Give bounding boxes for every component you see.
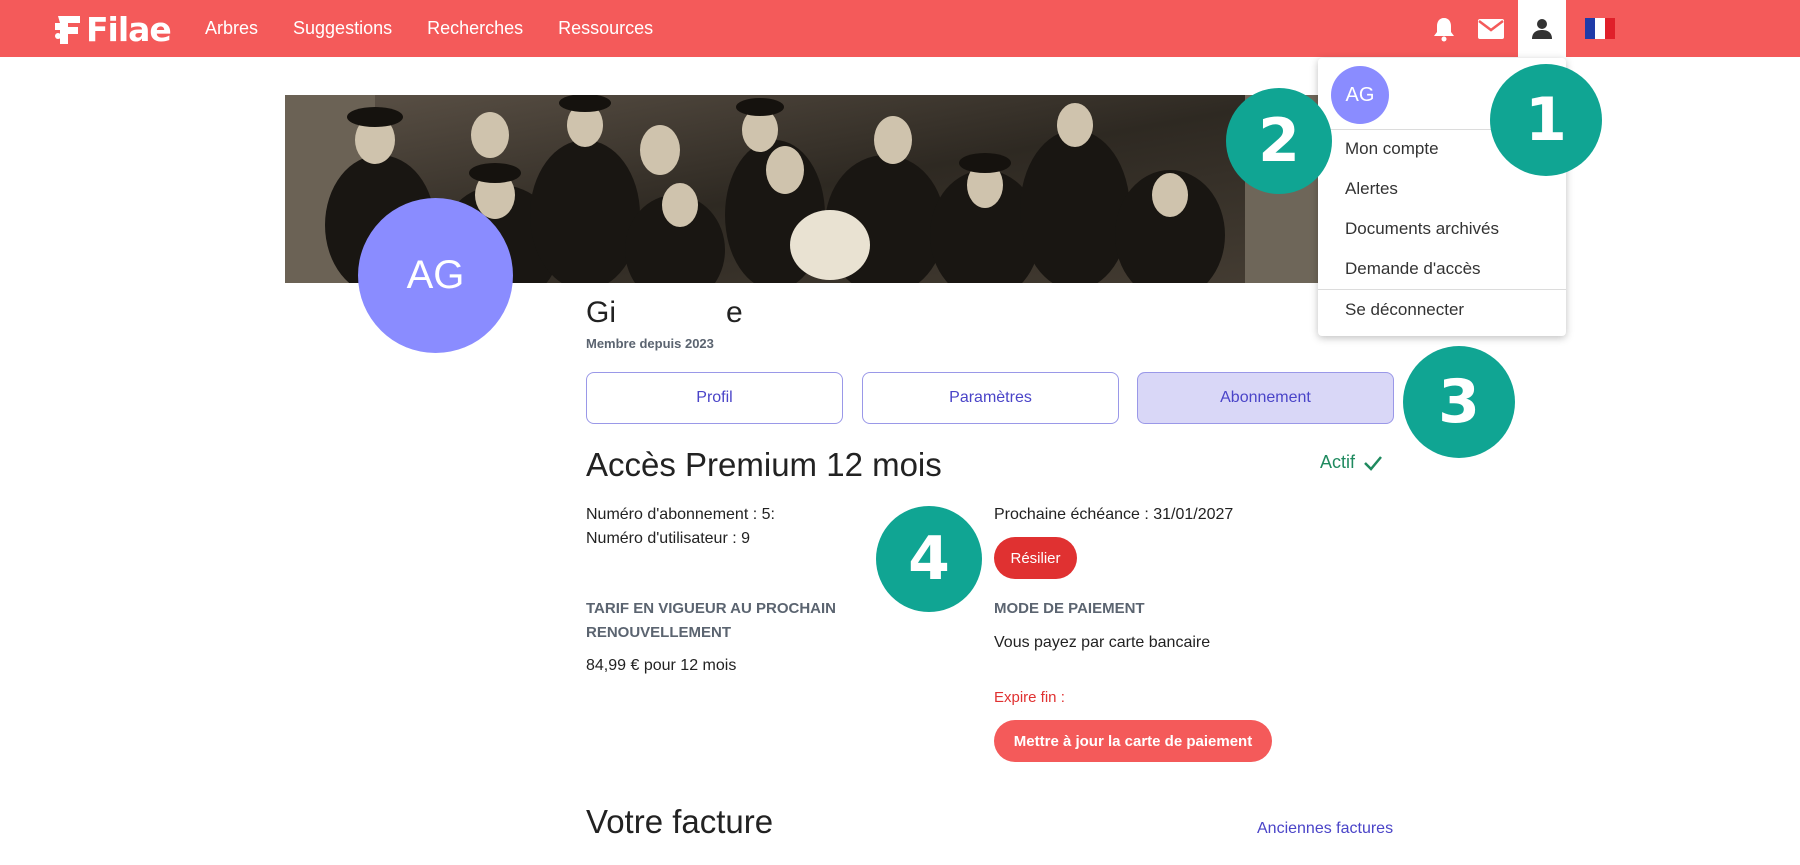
plan-title: Accès Premium 12 mois bbox=[586, 446, 942, 483]
callout-badge-1: 1 bbox=[1490, 64, 1602, 176]
tab-parametres[interactable]: Paramètres bbox=[862, 372, 1119, 424]
card-expiry: Expire fin : bbox=[994, 689, 1065, 706]
messages-button[interactable] bbox=[1467, 0, 1515, 57]
old-invoices-link[interactable]: Anciennes factures bbox=[1257, 820, 1393, 838]
tariff-value: 84,99 € pour 12 mois bbox=[586, 657, 737, 674]
filae-logo[interactable]: Filae bbox=[54, 9, 172, 49]
checkmark-icon bbox=[1364, 455, 1382, 471]
brand-name: Filae bbox=[86, 9, 172, 49]
menu-item-logout[interactable]: Se déconnecter bbox=[1345, 300, 1464, 320]
top-navbar: Filae Arbres Suggestions Recherches Ress… bbox=[0, 0, 1800, 57]
mail-icon bbox=[1478, 18, 1504, 39]
nav-link-suggestions[interactable]: Suggestions bbox=[293, 18, 392, 39]
redacted-name bbox=[616, 299, 726, 330]
callout-badge-3: 3 bbox=[1403, 346, 1515, 458]
tariff-heading: TARIF EN VIGUEUR AU PROCHAIN RENOUVELLEM… bbox=[586, 600, 837, 641]
invoice-title: Votre facture bbox=[586, 803, 774, 840]
payment-method-text: Vous payez par carte bancaire bbox=[994, 634, 1211, 651]
menu-item-alertes[interactable]: Alertes bbox=[1345, 179, 1398, 199]
nav-link-arbres[interactable]: Arbres bbox=[205, 18, 258, 39]
profile-initials: AG bbox=[406, 253, 465, 297]
tab-abonnement[interactable]: Abonnement bbox=[1137, 372, 1394, 424]
account-button[interactable] bbox=[1518, 0, 1566, 57]
notifications-button[interactable] bbox=[1420, 0, 1468, 57]
menu-avatar-initials: AG bbox=[1345, 83, 1375, 106]
menu-item-mon-compte[interactable]: Mon compte bbox=[1345, 139, 1439, 159]
callout-badge-4: 4 bbox=[876, 506, 982, 612]
nav-link-ressources[interactable]: Ressources bbox=[558, 18, 653, 39]
subscription-number: Numéro d'abonnement : 5: bbox=[586, 506, 775, 523]
profile-avatar: AG bbox=[358, 198, 513, 353]
status-label: Actif bbox=[1320, 452, 1356, 472]
status-badge: Actif bbox=[1320, 452, 1383, 473]
menu-divider bbox=[1318, 289, 1566, 290]
user-name-start: Gi bbox=[586, 296, 616, 329]
menu-avatar: AG bbox=[1331, 66, 1389, 124]
user-name-end: e bbox=[726, 296, 743, 329]
user-number: Numéro d'utilisateur : 9 bbox=[586, 530, 751, 547]
update-card-button[interactable]: Mettre à jour la carte de paiement bbox=[994, 720, 1272, 762]
language-button[interactable] bbox=[1576, 0, 1624, 57]
bell-icon bbox=[1434, 17, 1454, 41]
nav-link-recherches[interactable]: Recherches bbox=[427, 18, 523, 39]
member-since: Membre depuis 2023 bbox=[586, 336, 714, 351]
user-name: Gi e bbox=[586, 296, 743, 330]
french-flag-icon bbox=[1585, 18, 1615, 39]
payment-heading: MODE DE PAIEMENT bbox=[994, 600, 1145, 617]
cancel-subscription-button[interactable]: Résilier bbox=[994, 537, 1077, 579]
menu-item-documents-archives[interactable]: Documents archivés bbox=[1345, 219, 1499, 239]
user-icon bbox=[1532, 18, 1552, 39]
main-nav: Arbres Suggestions Recherches Ressources bbox=[205, 0, 688, 57]
callout-badge-2: 2 bbox=[1226, 88, 1332, 194]
menu-item-demande-acces[interactable]: Demande d'accès bbox=[1345, 259, 1481, 279]
next-due-date: Prochaine échéance : 31/01/2027 bbox=[994, 506, 1234, 523]
tab-profil[interactable]: Profil bbox=[586, 372, 843, 424]
filae-logo-icon bbox=[55, 16, 80, 44]
